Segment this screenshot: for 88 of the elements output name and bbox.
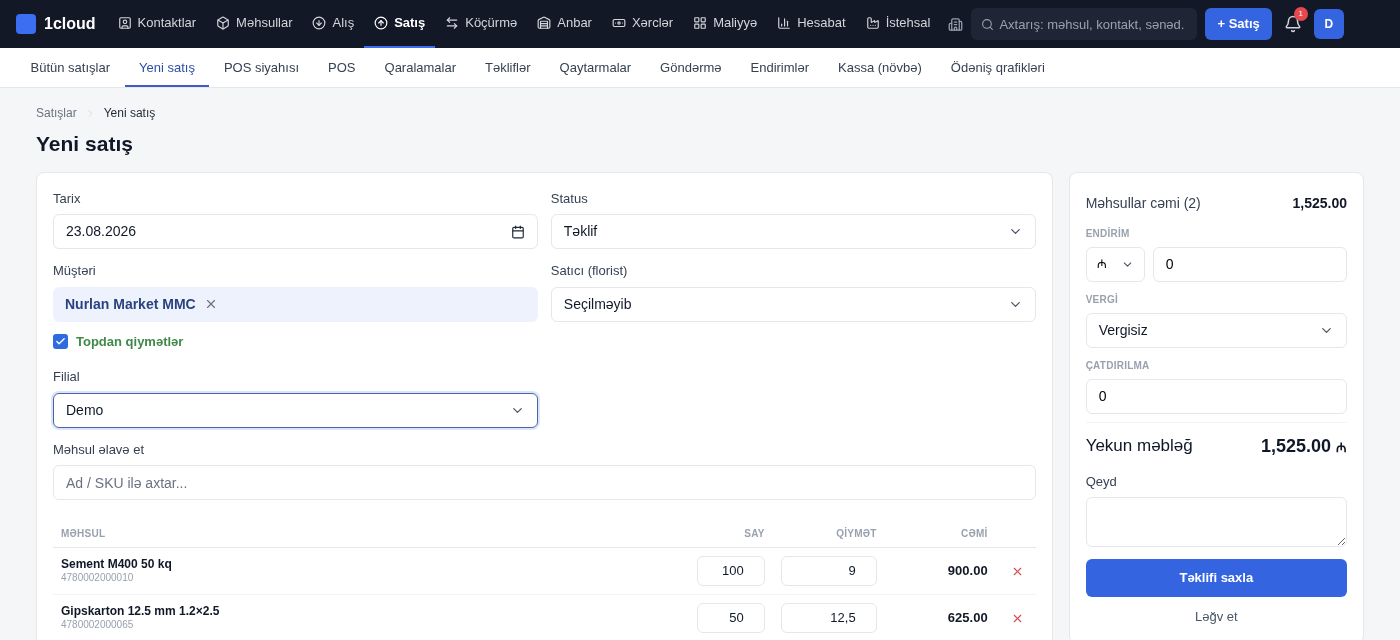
field-label: Qeyd — [1085, 472, 1118, 491]
nav-tab[interactable]: Hesabat — [767, 0, 856, 48]
nav-tab[interactable]: Xərclər — [601, 0, 684, 48]
new-sale-button[interactable]: + Satış — [1205, 8, 1272, 40]
field-label: VERGİ — [1085, 292, 1119, 307]
product-search-field[interactable]: Ad / SKU ilə axtar... — [53, 465, 1036, 500]
delivery-field[interactable]: 0 — [1085, 378, 1347, 414]
field-label: Status — [550, 189, 589, 208]
field-label: ENDİRİM — [1085, 226, 1131, 241]
column-header: QİYMƏT — [835, 526, 877, 541]
calendar-icon — [510, 224, 525, 239]
breadcrumb-current: Yeni satış — [103, 105, 156, 122]
column-header: CƏMİ — [960, 526, 988, 541]
tax-select[interactable]: Vergisiz — [1085, 312, 1347, 348]
page-title: Yeni satış — [36, 131, 134, 157]
discount-field[interactable]: 0 — [1152, 246, 1347, 282]
notification-badge: 1 — [1293, 7, 1308, 21]
sub-tab[interactable]: Bütün satışlar — [16, 51, 125, 87]
total-label: Yekun məbləğ — [1085, 435, 1193, 458]
date-field[interactable]: 23.08.2026 — [53, 214, 538, 249]
sub-tab[interactable]: POS siyahısı — [209, 51, 314, 87]
nav-tab[interactable]: Maliyyə — [683, 0, 768, 48]
column-header: SAY — [743, 527, 765, 541]
price-field[interactable]: 12,5 — [780, 603, 877, 633]
brand-name: 1cloud — [44, 14, 96, 34]
row-total: 900.00 — [946, 562, 988, 581]
search-field[interactable]: Axtarış: məhsul, kontakt, sənəd. — [971, 8, 1198, 40]
sub-tab[interactable]: Qaytarmalar — [545, 51, 646, 87]
contact-card-icon — [117, 16, 132, 30]
field-label: Tarix — [53, 189, 82, 208]
sub-tab[interactable]: Ödəniş qrafikləri — [936, 51, 1060, 87]
seller-select[interactable]: Seçilməyib — [550, 286, 1036, 322]
factory-icon — [865, 16, 880, 30]
field-label: Filial — [53, 368, 81, 386]
quantity-field[interactable]: 100 — [696, 556, 765, 586]
product-name: Sement M400 50 kq — [61, 557, 173, 573]
sub-tab[interactable]: Təkliflər — [470, 51, 546, 87]
quantity-field[interactable]: 50 — [696, 603, 765, 633]
discount-type-select[interactable]: ₼ — [1085, 246, 1145, 282]
nav-tab[interactable]: Kontaktlar — [107, 0, 207, 48]
nav-tab[interactable]: Köçürmə — [435, 0, 528, 48]
logo-icon — [16, 14, 36, 34]
breadcrumb-link[interactable]: Satışlar — [36, 104, 77, 122]
sub-tab[interactable]: Yeni satış — [124, 51, 210, 87]
checkbox-label: Topdan qiymətlər — [76, 332, 184, 351]
product-sku: 4780002000065 — [61, 619, 135, 632]
branch-select[interactable]: Demo — [53, 392, 538, 428]
customer-field[interactable]: Nurlan Market MMC — [53, 286, 538, 322]
bell-icon[interactable] — [1283, 15, 1302, 33]
nav-tab[interactable]: İstehsal — [855, 0, 941, 48]
row-total: 625.00 — [946, 609, 988, 628]
sub-tab[interactable]: Qaralamalar — [370, 51, 471, 87]
grid-icon — [693, 16, 708, 30]
price-field[interactable]: 9 — [780, 556, 877, 586]
building-icon[interactable] — [948, 16, 964, 32]
field-label: Müştəri — [53, 262, 97, 280]
banknote-icon — [611, 16, 626, 30]
arrow-down-circle-icon — [312, 16, 327, 30]
search-icon — [981, 17, 995, 31]
sub-tab[interactable]: Kassa (növbə) — [823, 51, 937, 87]
note-field[interactable] — [1085, 497, 1347, 547]
status-select[interactable]: Təklif — [550, 214, 1036, 249]
customer-name: Nurlan Market MMC — [65, 294, 196, 314]
field-label: Satıcı (florist) — [550, 262, 629, 280]
sub-tab[interactable]: Göndərmə — [645, 51, 736, 87]
checkbox[interactable] — [53, 333, 68, 349]
warehouse-icon — [537, 16, 552, 30]
arrow-up-circle-icon — [374, 16, 389, 30]
bar-chart-icon — [777, 16, 792, 30]
nav-tab[interactable]: Alış — [302, 0, 365, 48]
total-value: 1,525.00 ₼ — [1260, 434, 1347, 458]
column-header: MƏHSUL — [61, 527, 107, 541]
avatar[interactable]: D — [1313, 9, 1344, 39]
product-sku: 4780002000010 — [61, 572, 135, 585]
nav-tab[interactable]: Məhsullar — [206, 0, 303, 48]
subtotal-value: 1,525.00 — [1292, 193, 1347, 213]
box-icon — [216, 16, 231, 30]
subtotal-label: Məhsullar cəmi (2) — [1085, 193, 1201, 213]
sub-tab[interactable]: POS — [313, 51, 370, 87]
field-label: Məhsul əlavə et — [53, 440, 146, 459]
nav-tab[interactable]: Anbar — [527, 0, 602, 48]
product-name: Gipskarton 12.5 mm 1.2×2.5 — [61, 604, 221, 620]
field-label: ÇATDIRILMA — [1085, 358, 1151, 373]
sub-tab[interactable]: Endirimlər — [736, 51, 824, 87]
cancel-link[interactable]: Ləğv et — [1195, 607, 1238, 627]
arrows-icon — [445, 16, 460, 30]
save-button[interactable]: Təklifi saxla — [1085, 559, 1347, 597]
check-icon — [55, 335, 66, 347]
